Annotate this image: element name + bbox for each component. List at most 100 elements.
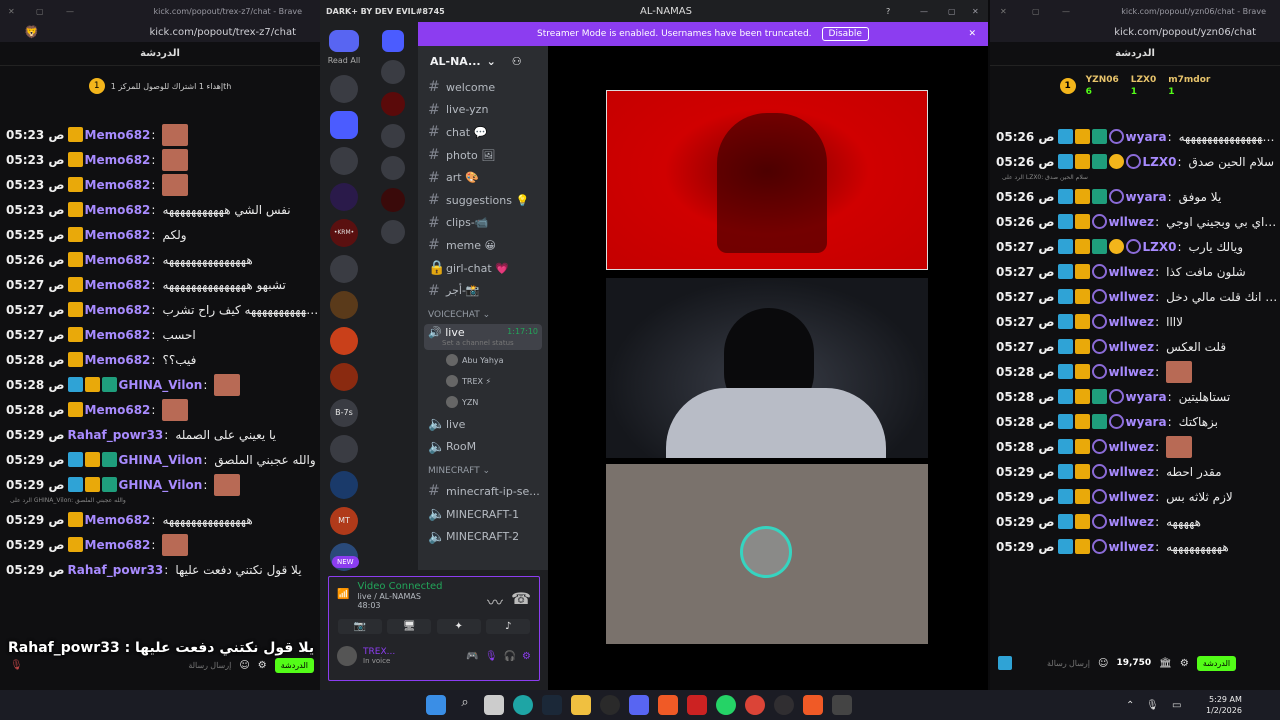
add-member-icon[interactable]: ⚇ [512,55,522,68]
video-tile-1[interactable] [606,90,928,270]
server-krm[interactable]: •KRM• [330,219,358,247]
whatsapp-icon[interactable] [716,695,736,715]
video-tile-3[interactable] [606,464,928,644]
message-username[interactable]: wllwez [1109,340,1155,354]
server-icon[interactable] [381,124,405,148]
text-channel[interactable]: # art 🎨 [418,166,548,189]
server-icon[interactable] [381,188,405,212]
text-channel[interactable]: # welcome [418,76,548,99]
message-username[interactable]: wyara [1126,190,1167,204]
message-username[interactable]: GHINA_Vilon [119,378,203,392]
emoji-icon[interactable]: ☺ [239,660,249,671]
server-icon[interactable] [382,30,404,52]
message-username[interactable]: Memo682 [85,278,151,292]
message-username[interactable]: wllwez [1109,540,1155,554]
message-username[interactable]: wllwez [1109,365,1155,379]
message-username[interactable]: GHINA_Vilon [119,478,203,492]
maximize-icon[interactable]: ▢ [948,7,956,16]
search-icon[interactable]: ⌕ [455,695,475,715]
message-username[interactable]: Memo682 [85,353,151,367]
message-username[interactable]: Rahaf_powr33 [68,428,164,442]
kick-icon[interactable] [998,656,1012,670]
text-channel[interactable]: # suggestions 💡 [418,189,548,212]
minimize-icon[interactable]: — [66,7,74,16]
chrome-icon[interactable] [745,695,765,715]
screen-share-icon[interactable]: 🖥 [387,619,432,634]
server-icon[interactable] [381,60,405,84]
message-username[interactable]: wllwez [1109,440,1155,454]
server-icon[interactable] [330,471,358,499]
gamepad-icon[interactable]: 🎮 [466,651,478,662]
message-username[interactable]: wllwez [1109,265,1155,279]
voice-channel-live-2[interactable]: 🔈 live [418,413,548,436]
settings-icon[interactable]: ⚙ [258,660,267,671]
server-icon[interactable] [330,327,358,355]
message-username[interactable]: Memo682 [85,203,151,217]
server-header[interactable]: AL-NA... ⌄ ⚇ [418,46,548,76]
right-send-button[interactable]: الدردشة [1196,655,1237,671]
message-username[interactable]: wllwez [1109,315,1155,329]
mic-icon[interactable]: 🎙 [10,660,23,671]
mic-icon[interactable]: 🎙 [485,651,498,662]
emoji-icon[interactable]: ☺ [1098,658,1108,669]
left-address-bar[interactable]: 🦁 kick.com/popout/trex-z7/chat [0,22,320,42]
minimize-icon[interactable]: — [920,7,928,16]
message-username[interactable]: Memo682 [85,538,151,552]
text-channel[interactable]: # clips-📹 [418,212,548,235]
disable-button[interactable]: Disable [821,27,869,41]
folder-icon[interactable] [571,695,591,715]
right-chat-input[interactable] [1020,658,1090,668]
voice-user[interactable]: TREX ⚡ [446,371,548,392]
video-channel[interactable]: live / AL-NAMAS [357,592,442,601]
restore-icon[interactable]: ▢ [36,7,44,16]
message-username[interactable]: Memo682 [85,253,151,267]
right-address-bar[interactable]: kick.com/popout/yzn06/chat [990,22,1280,42]
left-chat-input[interactable] [30,660,232,670]
brave-icon[interactable] [658,695,678,715]
server-icon[interactable] [381,156,405,180]
headphones-icon[interactable]: 🎧 [504,651,516,662]
voice-user[interactable]: Abu Yahya [446,350,548,371]
minecraft-category[interactable]: MINECRAFT ⌄ [418,458,548,480]
message-username[interactable]: LZX0 [1143,240,1177,254]
read-all-label[interactable]: Read All [320,56,368,65]
message-username[interactable]: wllwez [1109,465,1155,479]
start-icon[interactable] [426,695,446,715]
xbox-icon[interactable] [600,695,620,715]
message-username[interactable]: Memo682 [85,178,151,192]
voice-user[interactable]: YZN [446,392,548,413]
text-channel[interactable]: 🔒 girl-chat 💗 [418,257,548,280]
camera-icon[interactable]: 📷 [337,619,382,634]
close-icon[interactable]: ✕ [8,7,15,16]
server-icon[interactable] [330,291,358,319]
tray-chevron-icon[interactable]: ⌃ [1126,700,1134,711]
close-icon[interactable]: ✕ [1000,7,1007,16]
server-icon[interactable] [381,220,405,244]
text-channel[interactable]: # أجر-📸 [418,279,548,302]
obs-icon[interactable] [774,695,794,715]
message-username[interactable]: Memo682 [85,513,151,527]
server-icon[interactable] [381,92,405,116]
voice-channel-live[interactable]: 🔊 live 1:17:10 Set a channel status [424,323,542,350]
message-username[interactable]: wllwez [1109,215,1155,229]
minecraft-channel[interactable]: # minecraft-ip-se... [418,480,548,503]
disconnect-icon[interactable]: ☎ [511,589,531,608]
voice-channel-room[interactable]: 🔈 RooM [418,436,548,459]
server-mt[interactable]: MT [330,507,358,535]
text-channel[interactable]: # photo 🖼 [418,144,548,167]
server-icon[interactable] [330,183,358,211]
user-settings-icon[interactable]: ⚙ [522,651,531,662]
message-username[interactable]: wllwez [1109,515,1155,529]
server-icon[interactable] [330,147,358,175]
close-banner-icon[interactable]: ✕ [968,29,976,39]
message-username[interactable]: Memo682 [85,128,151,142]
server-icon[interactable] [330,255,358,283]
server-icon[interactable] [330,435,358,463]
message-username[interactable]: Rahaf_powr33 [68,563,164,577]
minimize-icon[interactable]: — [1062,7,1070,16]
close-icon[interactable]: ✕ [972,7,979,16]
minecraft-channel[interactable]: 🔈 MINECRAFT-2 [418,525,548,548]
minecraft-channel[interactable]: 🔈 MINECRAFT-1 [418,503,548,526]
message-username[interactable]: wllwez [1109,290,1155,304]
soundboard-icon[interactable]: ♪ [486,619,531,634]
